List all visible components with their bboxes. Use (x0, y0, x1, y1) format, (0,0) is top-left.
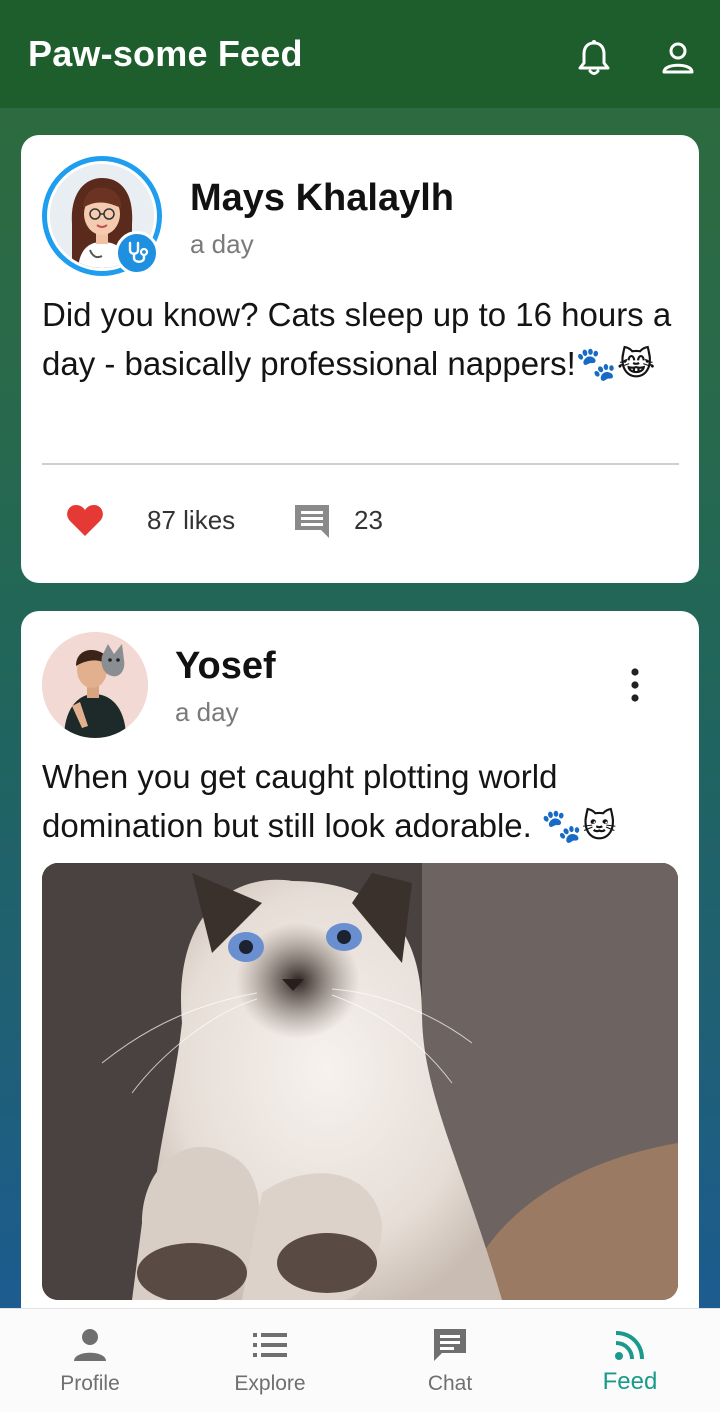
nav-item-feed[interactable]: Feed (540, 1309, 720, 1412)
post-card: Mays Khalaylh a day Did you know? Cats s… (21, 135, 699, 583)
app-title: Paw-some Feed (28, 33, 303, 74)
post-card: Yosef a day When you get caught plotting… (21, 611, 699, 1331)
siamese-kitten-photo (42, 863, 678, 1300)
nav-label: Explore (234, 1372, 306, 1395)
like-count: 87 likes (147, 505, 236, 535)
comment-count: 23 (354, 505, 383, 535)
stethoscope-icon (115, 231, 159, 275)
post-text: Did you know? Cats sleep up to 16 hours … (42, 296, 672, 382)
app-bar: Paw-some Feed (0, 0, 720, 108)
list-icon (250, 1325, 290, 1365)
divider (42, 463, 679, 465)
more-vert-icon (631, 668, 639, 702)
chat-icon (430, 1325, 470, 1365)
bottom-navigation: Profile Explore Chat Feed (0, 1308, 720, 1412)
post-stats: 87 likes 23 (42, 495, 642, 545)
post-text: When you get caught plotting world domin… (42, 758, 617, 844)
heart-icon (67, 505, 103, 536)
comment-button[interactable] (292, 501, 332, 541)
post-image[interactable] (42, 863, 678, 1300)
comment-icon (295, 505, 329, 538)
nav-label: Feed (602, 1368, 658, 1395)
nav-label: Chat (427, 1372, 473, 1395)
post-timestamp: a day (190, 229, 254, 259)
nav-item-profile[interactable]: Profile (0, 1309, 180, 1412)
nav-item-chat[interactable]: Chat (360, 1309, 540, 1412)
nav-label: Profile (60, 1372, 120, 1395)
person-icon (70, 1325, 110, 1365)
author-name[interactable]: Mays Khalaylh (190, 177, 454, 220)
more-options-button[interactable] (617, 663, 653, 707)
post-timestamp: a day (175, 697, 239, 727)
man-with-cat-avatar (42, 632, 148, 738)
author-name[interactable]: Yosef (175, 645, 276, 688)
bell-icon[interactable] (574, 38, 614, 78)
author-avatar[interactable] (42, 632, 148, 738)
account-icon[interactable] (658, 38, 698, 78)
like-button[interactable] (64, 499, 106, 541)
nav-item-explore[interactable]: Explore (180, 1309, 360, 1412)
rss-icon (610, 1325, 650, 1365)
